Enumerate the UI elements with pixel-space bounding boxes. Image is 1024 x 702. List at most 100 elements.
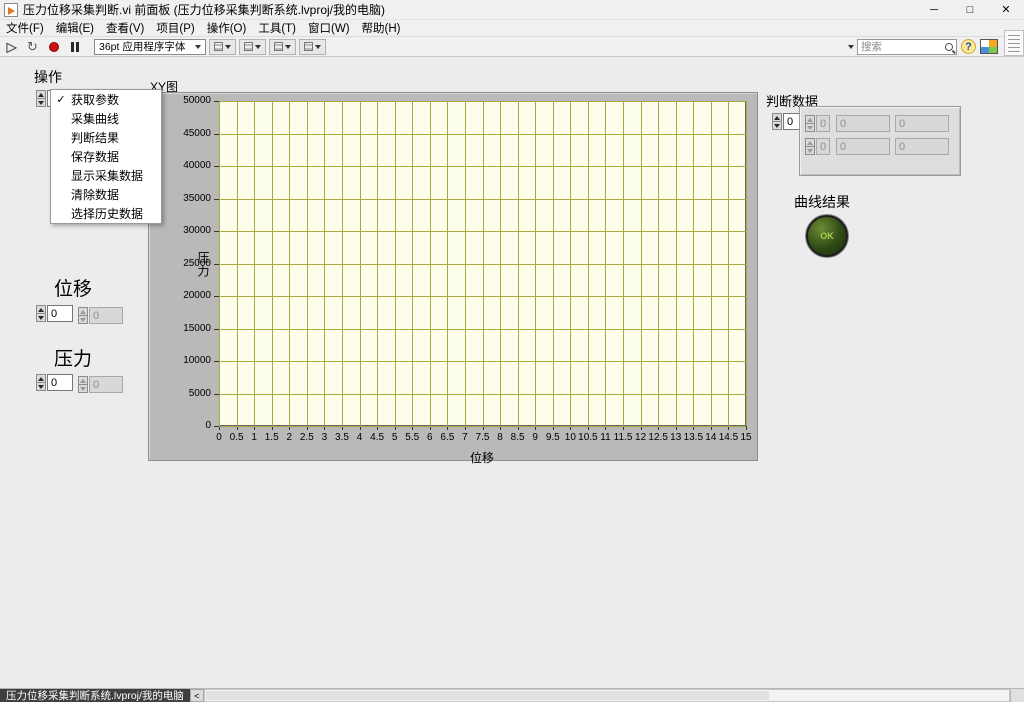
search-icon <box>945 42 953 51</box>
align-objects-dropdown[interactable] <box>209 38 236 55</box>
chevron-down-icon <box>848 44 854 49</box>
status-bar: 压力位移采集判断系统.lvproj/我的电脑 < <box>0 688 1024 702</box>
distribute-objects-icon <box>244 42 253 51</box>
y-tick-label: 35000 <box>183 192 211 204</box>
increment-decrement-buttons[interactable] <box>772 113 782 130</box>
menu-item[interactable]: 文件(F) <box>0 20 50 36</box>
increment-icon <box>805 115 815 124</box>
align-objects-icon <box>214 42 223 51</box>
array-index-control[interactable]: 0 <box>805 138 831 155</box>
run-continuously-button[interactable]: ↻ <box>23 39 42 55</box>
value-box[interactable]: 0 <box>47 305 73 322</box>
horizontal-scrollbar[interactable] <box>203 689 1010 702</box>
increment-icon[interactable] <box>36 374 46 383</box>
operation-menu: ✓ 获取参数 采集曲线判断结果保存数据显示采集数据 清除数据选择历史数据 <box>50 89 162 224</box>
maximize-button[interactable]: □ <box>952 0 988 19</box>
decrement-icon <box>805 124 815 132</box>
menu-option[interactable]: 选择历史数据 <box>51 204 161 223</box>
menu-item[interactable]: 窗口(W) <box>302 20 356 36</box>
run-button[interactable]: ▶ <box>2 39 21 55</box>
panel-switch-icon[interactable] <box>980 39 998 54</box>
menu-item[interactable]: 项目(P) <box>150 20 200 36</box>
xy-graph: 位移 压力 0 0.5 1 1.5 2 2.5 3 3.5 4 4.5 5 5.5 6 6.5 7 7.5 8 8… <box>148 92 758 465</box>
menu-option-label: 判断结果 <box>71 131 120 145</box>
chevron-down-icon <box>225 44 231 49</box>
value-box: 0 <box>89 307 123 324</box>
displacement-control[interactable]: 0 <box>36 305 73 322</box>
x-tick-label: 15 <box>740 432 752 443</box>
distribute-objects-dropdown[interactable] <box>239 38 266 55</box>
menu-option-label: 显示采集数据 <box>71 169 144 183</box>
increment-decrement-buttons[interactable] <box>36 305 46 322</box>
search-options-button[interactable] <box>845 40 857 54</box>
y-tick-label: 5000 <box>188 387 211 399</box>
chevron-down-icon <box>195 44 201 49</box>
value-box: 0 <box>816 115 831 132</box>
scroll-left-button[interactable]: < <box>189 689 204 702</box>
close-button[interactable]: ✕ <box>988 0 1024 19</box>
pressure-control[interactable]: 0 <box>36 374 73 391</box>
menu-option-label: 保存数据 <box>71 150 120 164</box>
led-text: OK <box>820 231 834 241</box>
scrollbar-thumb[interactable] <box>205 691 769 700</box>
menu-option[interactable]: 显示采集数据 <box>51 166 161 185</box>
decrement-icon[interactable] <box>36 383 46 391</box>
pause-icon <box>70 41 79 52</box>
project-breadcrumb[interactable]: 压力位移采集判断系统.lvproj/我的电脑 <box>0 689 190 702</box>
menu-option-label: 清除数据 <box>71 188 120 202</box>
array-row: 00 <box>836 115 949 132</box>
search-input[interactable]: 搜索 <box>857 38 957 55</box>
increment-icon[interactable] <box>36 90 46 99</box>
pressure-label: 压力 <box>54 349 93 370</box>
chevron-down-icon <box>285 44 291 49</box>
pressure-indicator: 0 <box>78 376 123 393</box>
menu-option[interactable]: 采集曲线 <box>51 109 161 128</box>
abort-button[interactable] <box>44 39 63 55</box>
increment-icon[interactable] <box>772 113 782 122</box>
increment-decrement-buttons <box>78 307 88 324</box>
increment-icon <box>78 376 88 385</box>
array-element: 0 <box>836 138 890 155</box>
increment-decrement-buttons[interactable] <box>36 90 46 107</box>
value-box[interactable]: 0 <box>47 374 73 391</box>
decrement-icon[interactable] <box>772 122 782 130</box>
array-cells: 0000 <box>836 115 949 161</box>
increment-icon[interactable] <box>36 305 46 314</box>
font-selector[interactable]: 36pt 应用程序字体 <box>94 38 206 55</box>
array-index-control[interactable]: 0 <box>805 115 831 132</box>
displacement-indicator: 0 <box>78 307 123 324</box>
decrement-icon[interactable] <box>36 314 46 322</box>
menu-item[interactable]: 帮助(H) <box>356 20 407 36</box>
array-row: 00 <box>836 138 949 155</box>
menu-option[interactable]: 判断结果 <box>51 128 161 147</box>
reorder-dropdown[interactable] <box>299 38 326 55</box>
y-tick-label: 45000 <box>183 127 211 139</box>
menu-bar: 文件(F) 编辑(E) 查看(V) 项目(P) 操作(O) 工具(T) 窗口(W) 帮助(H) <box>0 20 1024 37</box>
array-element: 0 <box>895 138 949 155</box>
increment-decrement-buttons <box>805 138 815 155</box>
menu-option[interactable]: ✓ 获取参数 <box>51 90 161 109</box>
context-help-button[interactable]: ? <box>961 39 976 54</box>
y-tick-label: 50000 <box>183 95 211 106</box>
minimize-button[interactable]: ─ <box>916 0 952 19</box>
menu-item[interactable]: 编辑(E) <box>50 20 100 36</box>
pause-button[interactable] <box>65 39 84 55</box>
window-controls: ─ □ ✕ <box>916 0 1024 19</box>
search-placeholder: 搜索 <box>861 41 882 53</box>
y-tick-label: 25000 <box>183 257 211 269</box>
menu-option[interactable]: 保存数据 <box>51 147 161 166</box>
menu-item[interactable]: 工具(T) <box>252 20 302 36</box>
resize-objects-icon <box>274 42 283 51</box>
decrement-icon[interactable] <box>36 99 46 107</box>
judge-index-control[interactable]: 0 <box>772 113 801 130</box>
increment-decrement-buttons <box>78 376 88 393</box>
menu-item[interactable]: 查看(V) <box>100 20 150 36</box>
array-index-column: 00 <box>805 115 831 155</box>
resize-objects-dropdown[interactable] <box>269 38 296 55</box>
app-icon <box>4 2 18 17</box>
menu-item[interactable]: 操作(O) <box>201 20 253 36</box>
operation-label: 操作 <box>34 69 62 85</box>
increment-decrement-buttons[interactable] <box>36 374 46 391</box>
menu-option[interactable]: 清除数据 <box>51 185 161 204</box>
y-tick-label: 40000 <box>183 160 211 171</box>
